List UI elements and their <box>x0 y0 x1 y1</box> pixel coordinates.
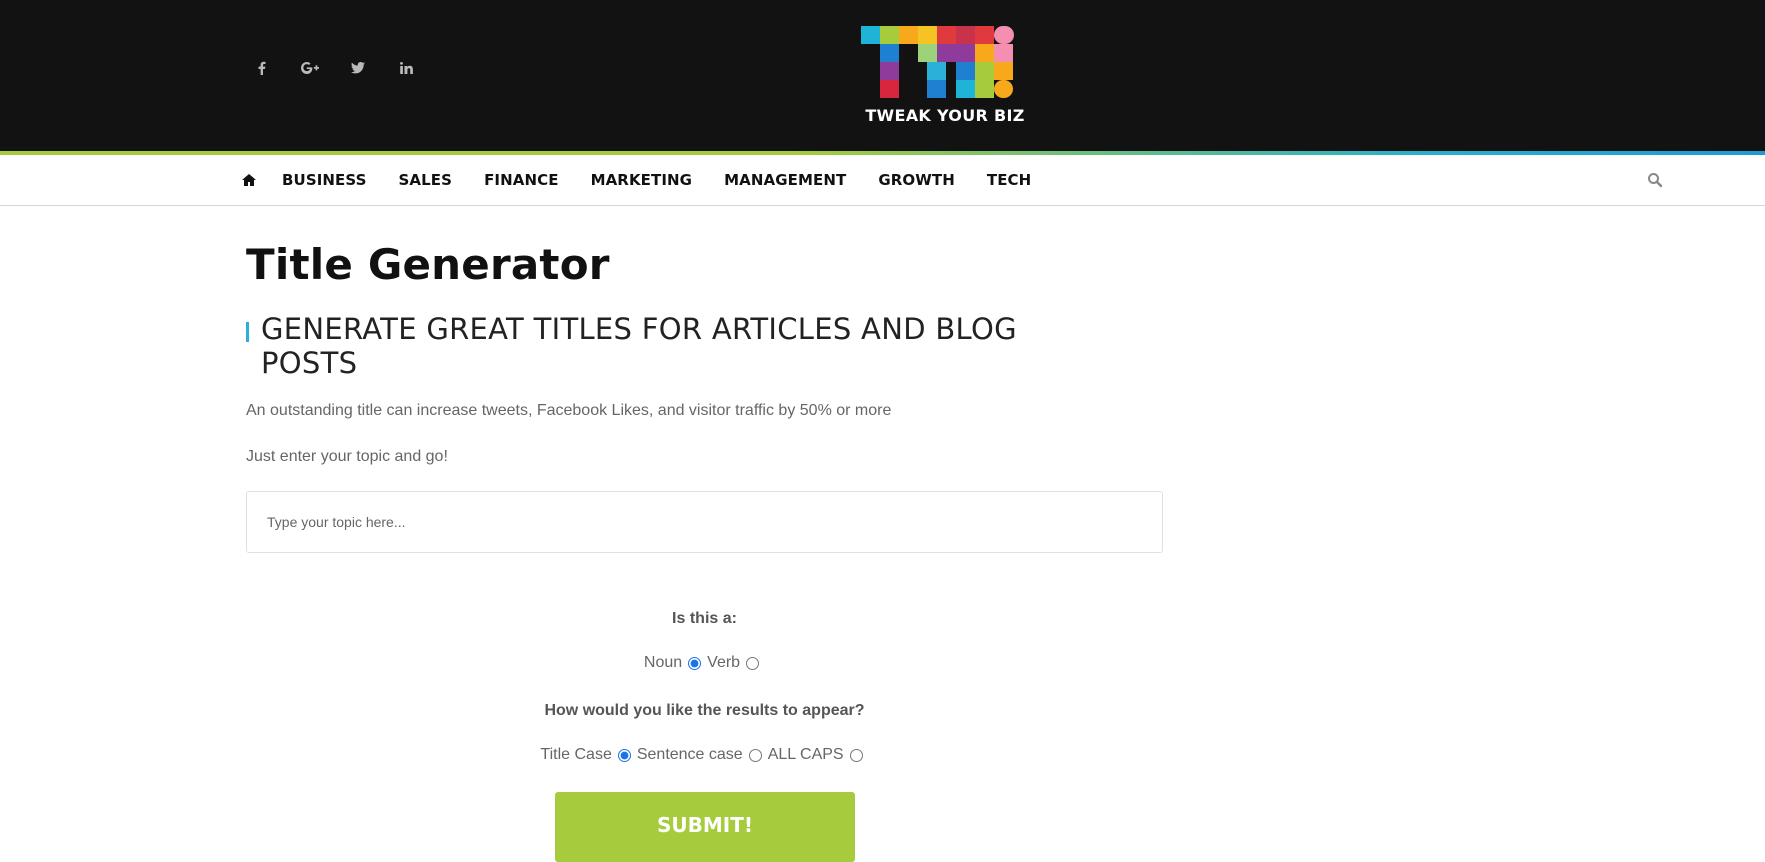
linkedin-icon[interactable] <box>382 58 430 78</box>
word-type-question: Is this a: <box>672 610 737 627</box>
title-case-label: Title Case <box>540 746 612 763</box>
nav-item-management[interactable]: MANAGEMENT <box>724 171 846 189</box>
main-nav: BUSINESS SALES FINANCE MARKETING MANAGEM… <box>0 155 1765 206</box>
facebook-icon[interactable] <box>238 58 286 78</box>
sentence-case-label: Sentence case <box>636 746 743 763</box>
page-title: Title Generator <box>246 240 610 289</box>
google-plus-icon[interactable] <box>286 58 334 78</box>
noun-label: Noun <box>643 654 683 671</box>
nav-item-growth[interactable]: GROWTH <box>878 171 955 189</box>
all-caps-radio[interactable] <box>849 748 863 762</box>
case-options: Title Case Sentence case ALL CAPS <box>246 746 1163 764</box>
logo-text: TWEAK YOUR BIZ <box>865 106 1025 125</box>
nav-item-tech[interactable]: TECH <box>987 171 1031 189</box>
nav-item-finance[interactable]: FINANCE <box>484 171 559 189</box>
noun-radio[interactable] <box>688 656 702 670</box>
verb-label: Verb <box>707 654 741 671</box>
nav-item-business[interactable]: BUSINESS <box>282 171 367 189</box>
sentence-case-radio[interactable] <box>748 748 762 762</box>
site-logo[interactable]: TWEAK YOUR BIZ <box>861 26 1029 126</box>
topic-input[interactable] <box>246 491 1163 553</box>
nav-item-sales[interactable]: SALES <box>399 171 453 189</box>
site-header: TWEAK YOUR BIZ <box>0 0 1765 151</box>
prompt-text: Just enter your topic and go! <box>246 448 448 465</box>
social-links <box>238 58 430 78</box>
nav-item-marketing[interactable]: MARKETING <box>591 171 693 189</box>
search-icon[interactable] <box>1647 172 1663 188</box>
twitter-icon[interactable] <box>334 58 382 78</box>
intro-text: An outstanding title can increase tweets… <box>246 402 892 419</box>
subheading: GENERATE GREAT TITLES FOR ARTICLES AND B… <box>261 312 1017 380</box>
subheading-accent-bar <box>246 322 249 342</box>
case-question: How would you like the results to appear… <box>544 702 865 719</box>
subheading-block: GENERATE GREAT TITLES FOR ARTICLES AND B… <box>246 312 1106 380</box>
title-case-radio[interactable] <box>617 748 631 762</box>
word-type-options: Noun Verb <box>246 654 1163 672</box>
logo-mark <box>861 26 1014 98</box>
all-caps-label: ALL CAPS <box>767 746 844 763</box>
verb-radio[interactable] <box>746 656 760 670</box>
home-icon[interactable] <box>242 173 256 187</box>
submit-button[interactable]: SUBMIT! <box>555 792 855 862</box>
nav-items: BUSINESS SALES FINANCE MARKETING MANAGEM… <box>238 155 1063 205</box>
